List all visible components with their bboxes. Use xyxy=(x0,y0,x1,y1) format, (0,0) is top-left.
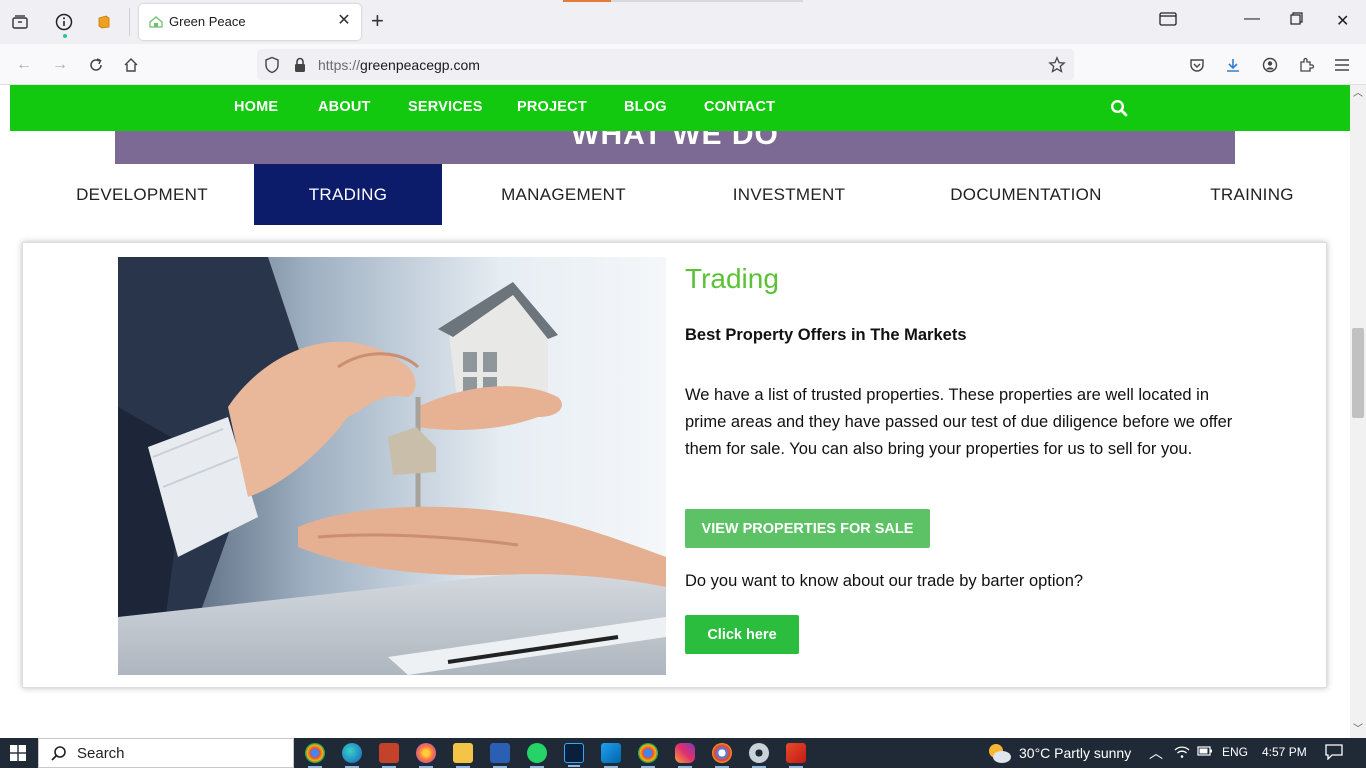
show-hidden-icons-chevron-icon[interactable]: ︿ xyxy=(1149,743,1163,763)
weather-text[interactable]: 30°C Partly sunny xyxy=(1019,745,1131,761)
tab-divider xyxy=(129,8,130,36)
tab-trading[interactable]: TRADING xyxy=(254,164,442,225)
reload-icon[interactable] xyxy=(85,54,107,76)
file-explorer-app-icon[interactable] xyxy=(453,743,473,768)
tab-overview-icon[interactable] xyxy=(9,11,31,33)
services-tabs: DEVELOPMENT TRADING MANAGEMENT INVESTMEN… xyxy=(0,164,1350,225)
tab-title: Green Peace xyxy=(169,14,246,29)
pocket-icon[interactable] xyxy=(1186,54,1208,76)
content-paragraph: We have a list of trusted properties. Th… xyxy=(685,386,1233,458)
url-bar[interactable]: https://greenpeacegp.com xyxy=(257,49,1074,80)
notifications-icon[interactable] xyxy=(1325,744,1343,763)
tab-investment[interactable]: INVESTMENT xyxy=(725,164,853,225)
firefox-app-icon[interactable] xyxy=(416,743,436,768)
scroll-down-icon[interactable]: ﹀ xyxy=(1353,725,1363,735)
restore-icon[interactable] xyxy=(1290,12,1303,30)
windows-taskbar: Search 30°C Partly sunny ︿ ENG 4:57 PM xyxy=(0,738,1366,768)
language-indicator[interactable]: ENG xyxy=(1222,745,1248,759)
nav-project[interactable]: PROJECT xyxy=(517,99,587,115)
chrome-canary-app-icon[interactable] xyxy=(712,743,732,768)
settings-app-icon[interactable] xyxy=(749,743,769,768)
tab-strip-indicator xyxy=(611,0,803,2)
tab-training[interactable]: TRAINING xyxy=(1201,164,1303,225)
pinned-tab-dot xyxy=(63,34,67,38)
nav-services[interactable]: SERVICES xyxy=(408,99,483,115)
page-scrollbar[interactable]: ︿ ﹀ xyxy=(1350,85,1366,738)
downloads-icon[interactable] xyxy=(1222,54,1244,76)
home-icon[interactable] xyxy=(120,54,142,76)
weather-partly-sunny-icon[interactable] xyxy=(986,741,1012,765)
barter-question: Do you want to know about our trade by b… xyxy=(685,572,1084,590)
account-icon[interactable] xyxy=(1259,54,1281,76)
search-icon[interactable] xyxy=(1110,99,1128,117)
windows-start-icon[interactable] xyxy=(10,745,26,761)
word-app-icon[interactable] xyxy=(490,743,510,768)
powerpoint-app-icon[interactable] xyxy=(379,743,399,768)
nav-about[interactable]: ABOUT xyxy=(318,99,371,115)
content-subtitle: Best Property Offers in The Markets xyxy=(685,326,967,344)
vscode-app-icon[interactable] xyxy=(601,743,621,768)
other-app-icon[interactable] xyxy=(786,743,806,768)
nav-blog[interactable]: BLOG xyxy=(624,99,667,115)
lock-icon[interactable] xyxy=(291,56,309,74)
tab-loading-indicator xyxy=(563,0,611,2)
url-host: greenpeacegp.com xyxy=(360,57,480,73)
tab-management[interactable]: MANAGEMENT xyxy=(493,164,634,225)
content-title: Trading xyxy=(685,263,779,294)
clock-time[interactable]: 4:57 PM xyxy=(1262,745,1307,759)
tab-content-card: Trading Best Property Offers in The Mark… xyxy=(22,242,1327,688)
tracking-protection-shield-icon[interactable] xyxy=(263,56,281,74)
section-heading-banner: WHAT WE DO xyxy=(115,131,1235,164)
photoshop-app-icon[interactable] xyxy=(564,743,584,767)
whatsapp-app-icon[interactable] xyxy=(527,743,547,768)
tab-green-peace[interactable]: Green Peace ✕ xyxy=(139,4,361,40)
back-icon[interactable]: ← xyxy=(13,54,35,76)
forward-icon[interactable]: → xyxy=(49,54,71,76)
property-keys-photo xyxy=(118,257,666,675)
scrollbar-thumb[interactable] xyxy=(1352,328,1364,418)
instagram-app-icon[interactable] xyxy=(675,743,695,768)
chrome-profile-app-icon[interactable] xyxy=(638,743,658,768)
minimize-icon[interactable]: — xyxy=(1244,10,1260,28)
taskbar-search-box[interactable]: Search xyxy=(38,738,294,768)
web-page: HOME ABOUT SERVICES PROJECT BLOG CONTACT… xyxy=(0,85,1350,738)
click-here-button[interactable]: Click here xyxy=(685,615,799,654)
url-text: https://greenpeacegp.com xyxy=(318,57,480,73)
section-heading: WHAT WE DO xyxy=(571,131,779,151)
taskbar-search-label: Search xyxy=(77,745,125,762)
bookmark-star-icon[interactable] xyxy=(1048,56,1066,74)
url-protocol: https:// xyxy=(318,57,361,73)
wifi-icon[interactable] xyxy=(1174,745,1190,762)
site-navigation: HOME ABOUT SERVICES PROJECT BLOG CONTACT xyxy=(10,85,1350,131)
nav-home[interactable]: HOME xyxy=(234,99,278,115)
view-properties-button[interactable]: VIEW PROPERTIES FOR SALE xyxy=(685,509,930,548)
pinned-tab-icon[interactable] xyxy=(93,11,115,33)
site-favicon-icon xyxy=(149,15,163,29)
nav-contact[interactable]: CONTACT xyxy=(704,99,775,115)
info-icon[interactable] xyxy=(53,11,75,33)
menu-icon[interactable] xyxy=(1331,54,1353,76)
chrome-app-icon[interactable] xyxy=(305,743,325,768)
edge-app-icon[interactable] xyxy=(342,743,362,768)
list-all-tabs-icon[interactable] xyxy=(1159,12,1177,31)
battery-icon[interactable] xyxy=(1197,745,1213,760)
scroll-up-icon[interactable]: ︿ xyxy=(1353,89,1363,99)
browser-tab-bar: Green Peace ✕ + — ✕ xyxy=(0,0,1366,44)
new-tab-icon[interactable]: + xyxy=(371,10,384,32)
tab-documentation[interactable]: DOCUMENTATION xyxy=(944,164,1108,225)
tab-development[interactable]: DEVELOPMENT xyxy=(73,164,211,225)
search-magnifier-icon xyxy=(50,745,68,763)
close-window-icon[interactable]: ✕ xyxy=(1336,11,1349,31)
close-tab-icon[interactable]: ✕ xyxy=(335,12,353,30)
extensions-icon[interactable] xyxy=(1295,54,1317,76)
